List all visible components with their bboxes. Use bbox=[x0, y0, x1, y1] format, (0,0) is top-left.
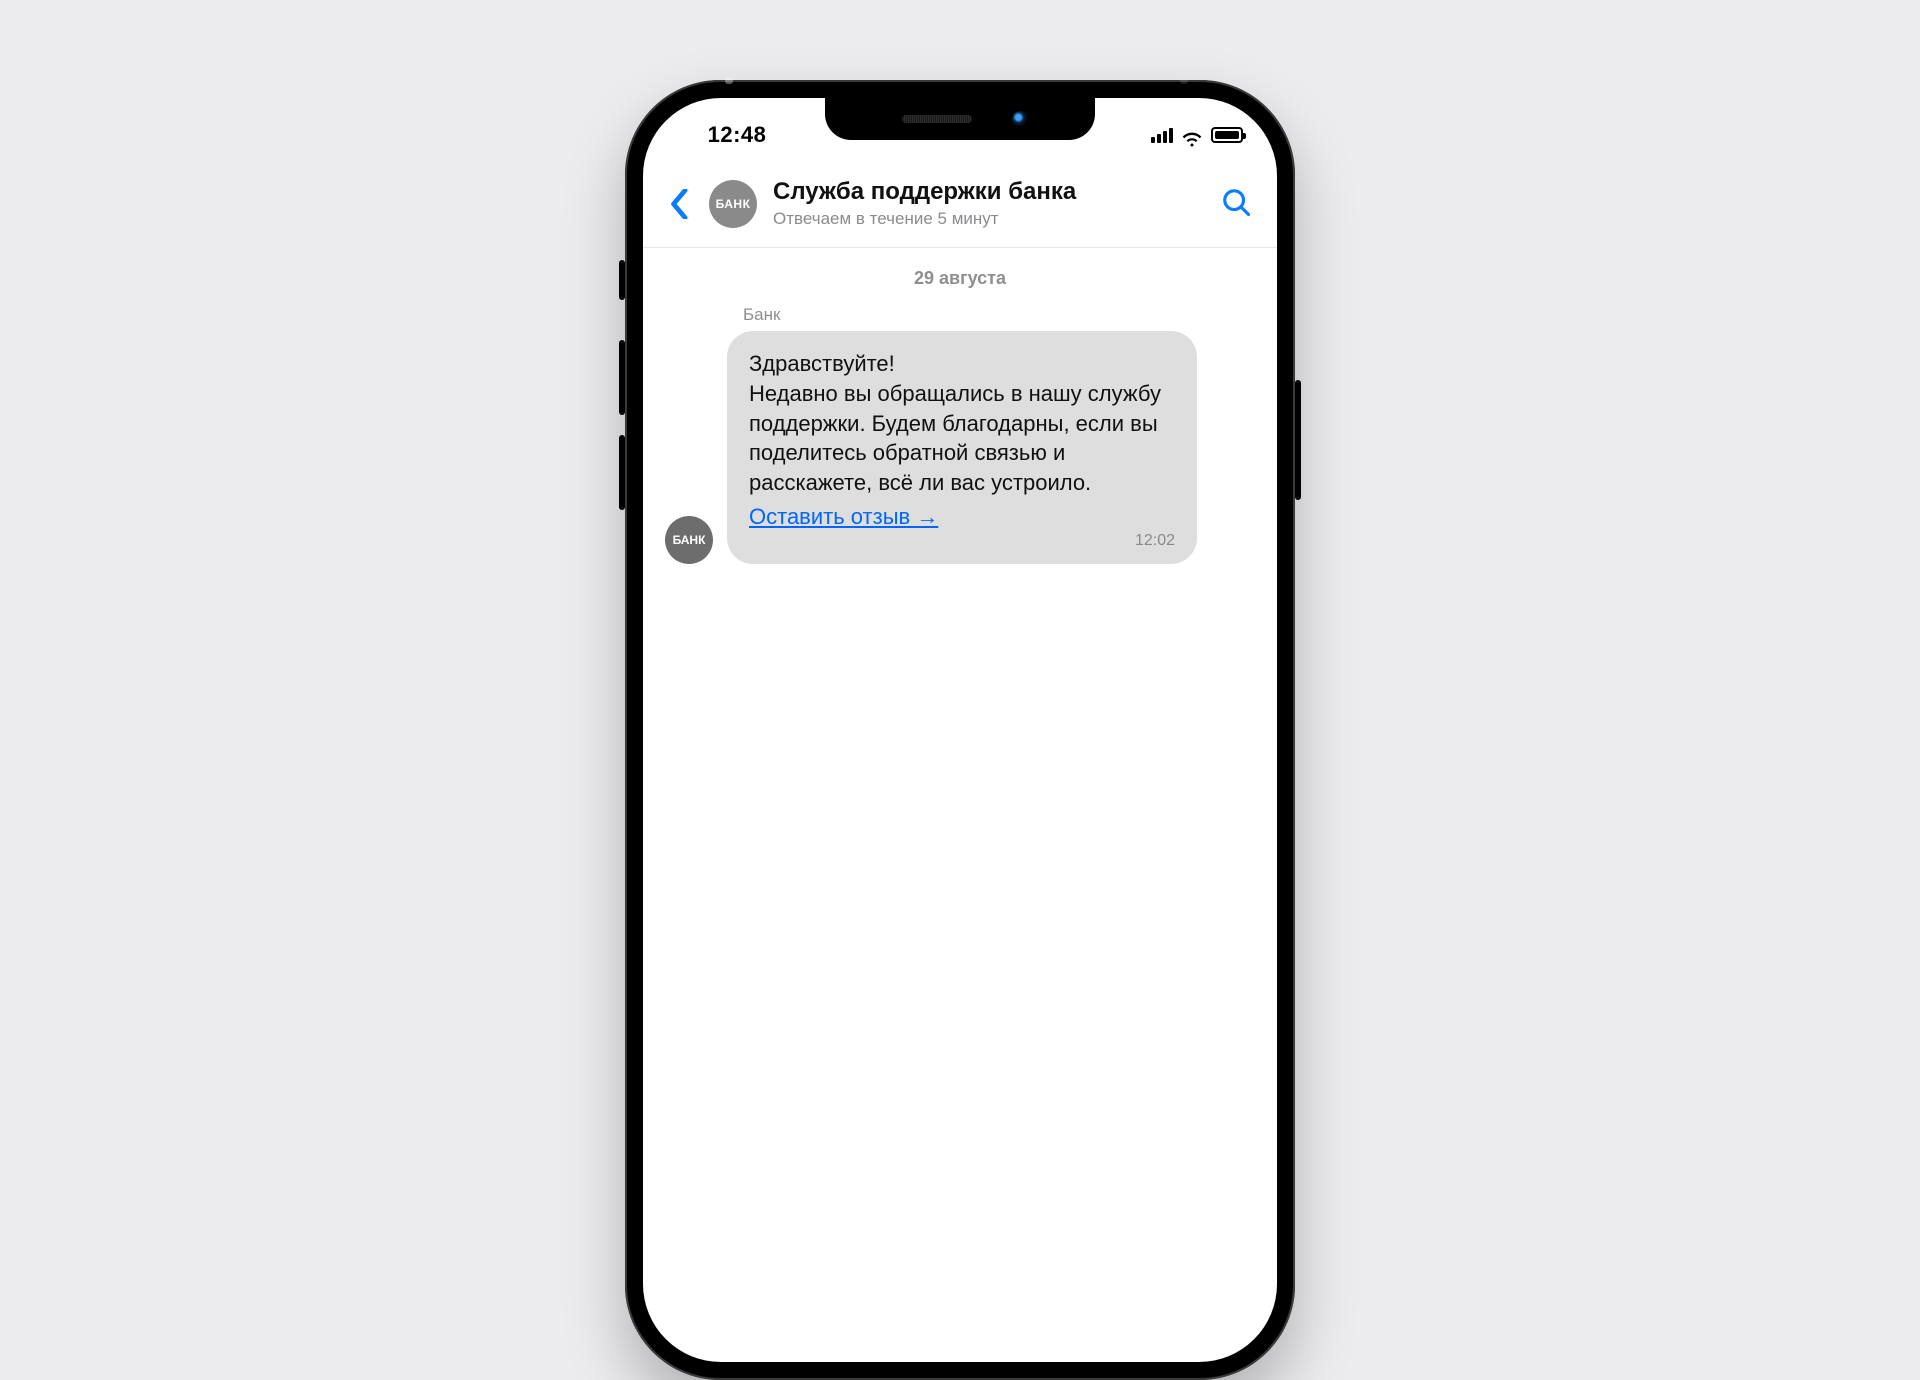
chat-title: Служба поддержки банка bbox=[773, 178, 1205, 207]
power-button bbox=[1295, 380, 1301, 500]
phone-frame: 12:48 БАНК Служба поддержки банка Отвеча… bbox=[625, 80, 1295, 1380]
battery-icon bbox=[1211, 127, 1243, 143]
message-avatar[interactable]: БАНК bbox=[665, 516, 713, 564]
status-indicators bbox=[1151, 127, 1243, 143]
chat-body[interactable]: 29 августа БАНК Банк Здравствуйте! Недав… bbox=[643, 248, 1277, 563]
front-camera bbox=[1012, 111, 1028, 127]
cellular-signal-icon bbox=[1151, 127, 1173, 143]
message-time: 12:02 bbox=[749, 532, 1175, 550]
search-button[interactable] bbox=[1221, 187, 1255, 221]
search-icon bbox=[1221, 187, 1251, 217]
phone-screen: 12:48 БАНК Служба поддержки банка Отвеча… bbox=[643, 98, 1277, 1362]
date-separator: 29 августа bbox=[665, 262, 1255, 305]
phone-notch bbox=[825, 98, 1095, 140]
message-row: БАНК Банк Здравствуйте! Недавно вы обращ… bbox=[665, 305, 1255, 563]
message-column: Банк Здравствуйте! Недавно вы обращались… bbox=[727, 305, 1197, 563]
chat-header: БАНК Служба поддержки банка Отвечаем в т… bbox=[643, 158, 1277, 248]
message-bubble[interactable]: Здравствуйте! Недавно вы обращались в на… bbox=[727, 331, 1197, 563]
chat-subtitle: Отвечаем в течение 5 минут bbox=[773, 209, 1205, 229]
volume-down-button bbox=[619, 435, 625, 510]
message-text: Здравствуйте! Недавно вы обращались в на… bbox=[749, 349, 1175, 497]
message-sender: Банк bbox=[727, 305, 1197, 331]
chat-header-text[interactable]: Служба поддержки банка Отвечаем в течени… bbox=[773, 178, 1205, 229]
wifi-icon bbox=[1181, 127, 1203, 143]
feedback-link[interactable]: Оставить отзыв → bbox=[749, 504, 938, 530]
status-time: 12:48 bbox=[677, 122, 797, 148]
speaker-grille bbox=[902, 115, 972, 123]
silence-switch bbox=[619, 260, 625, 300]
chevron-left-icon bbox=[670, 189, 688, 219]
back-button[interactable] bbox=[665, 188, 693, 220]
contact-avatar[interactable]: БАНК bbox=[709, 180, 757, 228]
volume-up-button bbox=[619, 340, 625, 415]
